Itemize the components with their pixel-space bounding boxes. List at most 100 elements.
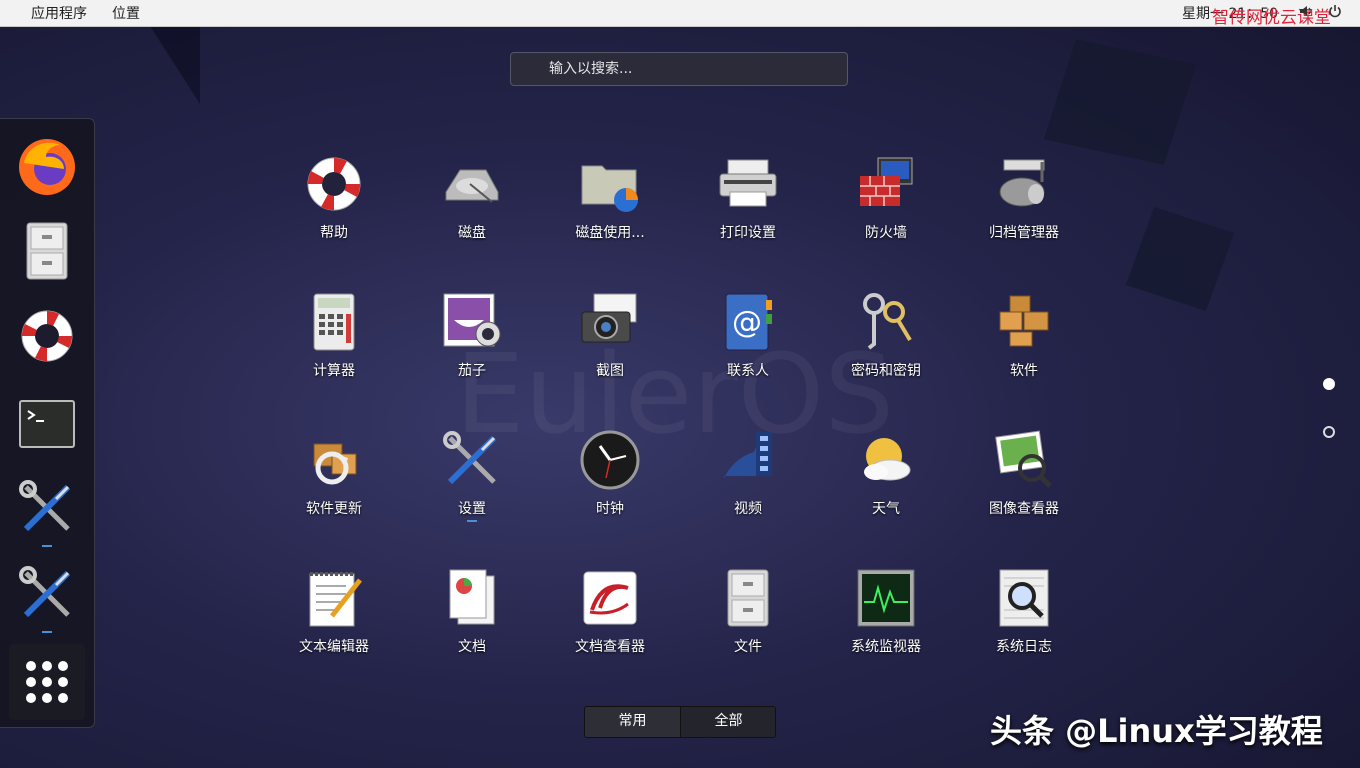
app-tools[interactable]: 设置 [407, 426, 537, 536]
calculator-icon [302, 290, 366, 354]
document-viewer-icon [578, 566, 642, 630]
disk-icon [440, 152, 504, 216]
applications-menu[interactable]: 应用程序 [31, 3, 87, 23]
app-webcam[interactable]: 茄子 [407, 288, 537, 398]
app-packages[interactable]: 软件 [959, 288, 1089, 398]
webcam-icon [440, 290, 504, 354]
app-text-editor[interactable]: 文本编辑器 [269, 564, 399, 674]
dock-item-terminal[interactable] [14, 391, 80, 457]
app-label: 文本编辑器 [299, 639, 369, 655]
archive-icon [992, 152, 1056, 216]
brand-watermark: 智传网优云课堂 [1212, 8, 1331, 28]
keys-icon [854, 290, 918, 354]
app-label: 茄子 [458, 363, 486, 379]
dock-item-help[interactable] [14, 303, 80, 369]
app-documents[interactable]: 文档 [407, 564, 537, 674]
app-label: 系统监视器 [851, 639, 921, 655]
packages-icon [992, 290, 1056, 354]
app-system-log[interactable]: 系统日志 [959, 564, 1089, 674]
app-calculator[interactable]: 计算器 [269, 288, 399, 398]
dock-item-files[interactable] [14, 217, 80, 283]
app-weather[interactable]: 天气 [821, 426, 951, 536]
show-apps-button[interactable] [9, 644, 85, 720]
weather-icon [854, 428, 918, 492]
app-disk-usage[interactable]: 磁盘使用... [545, 150, 675, 260]
app-printer[interactable]: 打印设置 [683, 150, 813, 260]
bg-shape [1043, 39, 1197, 165]
app-system-monitor[interactable]: 系统监视器 [821, 564, 951, 674]
software-update-icon [302, 428, 366, 492]
system-log-icon [992, 566, 1056, 630]
svg-text:@: @ [732, 305, 762, 340]
places-menu[interactable]: 位置 [112, 3, 140, 23]
app-label: 归档管理器 [989, 225, 1059, 241]
image-viewer-icon [992, 428, 1056, 492]
clock-icon [578, 428, 642, 492]
app-label: 时钟 [596, 501, 624, 517]
app-label: 联系人 [727, 363, 769, 379]
footer-watermark: 头条 @Linux学习教程 [990, 712, 1323, 750]
app-document-viewer[interactable]: 文档查看器 [545, 564, 675, 674]
contacts-icon: @ [716, 290, 780, 354]
app-label: 防火墙 [865, 225, 907, 241]
camera-icon [578, 290, 642, 354]
app-disk[interactable]: 磁盘 [407, 150, 537, 260]
app-film[interactable]: 视频 [683, 426, 813, 536]
app-clock[interactable]: 时钟 [545, 426, 675, 536]
app-label: 文档 [458, 639, 486, 655]
running-indicator [42, 545, 52, 547]
app-archive[interactable]: 归档管理器 [959, 150, 1089, 260]
app-label: 磁盘使用... [575, 225, 645, 241]
view-toggle: 常用 全部 [584, 706, 776, 738]
lifebuoy-icon [21, 310, 73, 362]
app-label: 打印设置 [720, 225, 776, 241]
documents-icon [440, 566, 504, 630]
app-label: 密码和密钥 [851, 363, 921, 379]
terminal-icon [19, 400, 75, 448]
running-indicator [42, 631, 52, 633]
firewall-icon [854, 152, 918, 216]
app-label: 软件 [1010, 363, 1038, 379]
app-label: 磁盘 [458, 225, 486, 241]
tools-icon [19, 480, 71, 532]
all-tab[interactable]: 全部 [681, 707, 775, 737]
dock-item-settings[interactable] [14, 475, 80, 541]
app-contacts[interactable]: @ 联系人 [683, 288, 813, 398]
app-label: 天气 [872, 501, 900, 517]
app-label: 设置 [458, 501, 486, 517]
page-dot-1[interactable] [1323, 378, 1335, 390]
text-editor-icon [302, 566, 366, 630]
app-software-update[interactable]: 软件更新 [269, 426, 399, 536]
search-input[interactable] [510, 52, 848, 86]
app-keys[interactable]: 密码和密钥 [821, 288, 951, 398]
app-camera[interactable]: 截图 [545, 288, 675, 398]
system-monitor-icon [854, 566, 918, 630]
app-label: 系统日志 [996, 639, 1052, 655]
app-file-cabinet[interactable]: 文件 [683, 564, 813, 674]
power-icon[interactable] [1328, 4, 1342, 22]
app-label: 软件更新 [306, 501, 362, 517]
dock-item-firefox[interactable] [14, 133, 80, 199]
app-lifebuoy[interactable]: 帮助 [269, 150, 399, 260]
app-label: 计算器 [313, 363, 355, 379]
dash-dock [0, 118, 95, 728]
lifebuoy-icon [302, 152, 366, 216]
bg-shape [150, 26, 200, 104]
app-label: 截图 [596, 363, 624, 379]
app-firewall[interactable]: 防火墙 [821, 150, 951, 260]
running-indicator [467, 520, 477, 522]
dock-item-settings-2[interactable] [14, 561, 80, 627]
app-label: 视频 [734, 501, 762, 517]
file-cabinet-icon [26, 222, 68, 280]
printer-icon [716, 152, 780, 216]
tools-icon [19, 566, 71, 618]
tools-icon [440, 428, 504, 492]
app-label: 图像查看器 [989, 501, 1059, 517]
app-image-viewer[interactable]: 图像查看器 [959, 426, 1089, 536]
volume-icon[interactable] [1299, 4, 1313, 22]
app-label: 文件 [734, 639, 762, 655]
app-label: 帮助 [320, 225, 348, 241]
firefox-icon [19, 139, 75, 195]
frequent-tab[interactable]: 常用 [585, 707, 681, 737]
page-dot-2[interactable] [1323, 426, 1335, 438]
